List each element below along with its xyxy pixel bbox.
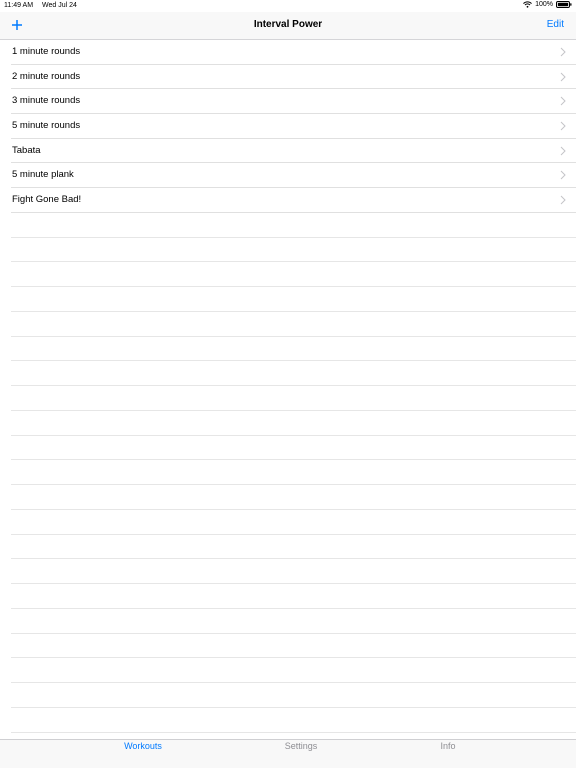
status-left: 11:49 AM Wed Jul 24 (4, 2, 77, 9)
empty-row-separator (11, 535, 576, 560)
workout-label: Fight Gone Bad! (12, 194, 82, 206)
chevron-right-icon (560, 72, 566, 82)
chevron-right-icon (560, 121, 566, 131)
edit-button[interactable]: Edit (547, 19, 564, 30)
empty-row-separator (11, 411, 576, 436)
empty-row-separator (11, 634, 576, 659)
empty-row-separator (11, 559, 576, 585)
tab-bar: Workouts Settings Info (0, 739, 576, 768)
empty-row-separator (11, 238, 576, 263)
workout-row[interactable]: Tabata (11, 139, 576, 164)
status-date: Wed Jul 24 (42, 2, 77, 9)
empty-row-separator (11, 609, 576, 634)
tab-info[interactable]: Info (398, 741, 498, 751)
chevron-right-icon (560, 171, 566, 180)
empty-row-separator (11, 584, 576, 609)
chevron-right-icon (560, 195, 566, 205)
workout-list: 1 minute rounds 2 minute rounds 3 minute… (0, 40, 576, 733)
workout-row[interactable]: 5 minute rounds (11, 114, 576, 139)
empty-row-separator (11, 361, 576, 387)
chevron-right-icon (560, 97, 566, 106)
empty-row-separator (11, 262, 576, 288)
tab-settings[interactable]: Settings (251, 741, 351, 751)
empty-row-separator (11, 337, 576, 362)
empty-row-separator (11, 460, 576, 486)
workout-row[interactable]: 5 minute plank (11, 163, 576, 189)
status-bar: 11:49 AM Wed Jul 24 100% (0, 0, 576, 12)
status-right: 100% (523, 1, 572, 8)
empty-row-separator (11, 510, 576, 535)
empty-row-separator (11, 658, 576, 684)
empty-row-separator (11, 312, 576, 337)
empty-rows (0, 213, 576, 733)
chevron-right-icon (560, 47, 566, 57)
battery-percent: 100% (535, 1, 553, 8)
wifi-icon (523, 1, 532, 8)
status-time: 11:49 AM (4, 2, 34, 9)
workout-label: 1 minute rounds (12, 46, 81, 57)
navigation-bar: Interval Power Edit (0, 12, 576, 40)
workout-row[interactable]: 3 minute rounds (11, 89, 576, 115)
empty-row-separator (11, 708, 576, 733)
page-title: Interval Power (253, 19, 323, 30)
empty-row-separator (11, 386, 576, 411)
empty-row-separator (11, 436, 576, 461)
workout-row[interactable]: 1 minute rounds (11, 40, 576, 65)
workout-row[interactable]: Fight Gone Bad! (11, 188, 576, 213)
empty-row-separator (11, 213, 576, 238)
workout-label: 5 minute plank (12, 169, 74, 181)
workout-label: 3 minute rounds (12, 95, 81, 107)
chevron-right-icon (560, 146, 566, 156)
workout-row[interactable]: 2 minute rounds (11, 65, 576, 90)
tab-workouts[interactable]: Workouts (93, 741, 193, 751)
workout-label: Tabata (12, 144, 41, 156)
battery-icon (556, 1, 572, 8)
empty-row-separator (11, 287, 576, 312)
empty-row-separator (11, 683, 576, 708)
empty-row-separator (11, 485, 576, 510)
workout-label: 5 minute rounds (12, 120, 81, 132)
workout-label: 2 minute rounds (12, 70, 81, 82)
